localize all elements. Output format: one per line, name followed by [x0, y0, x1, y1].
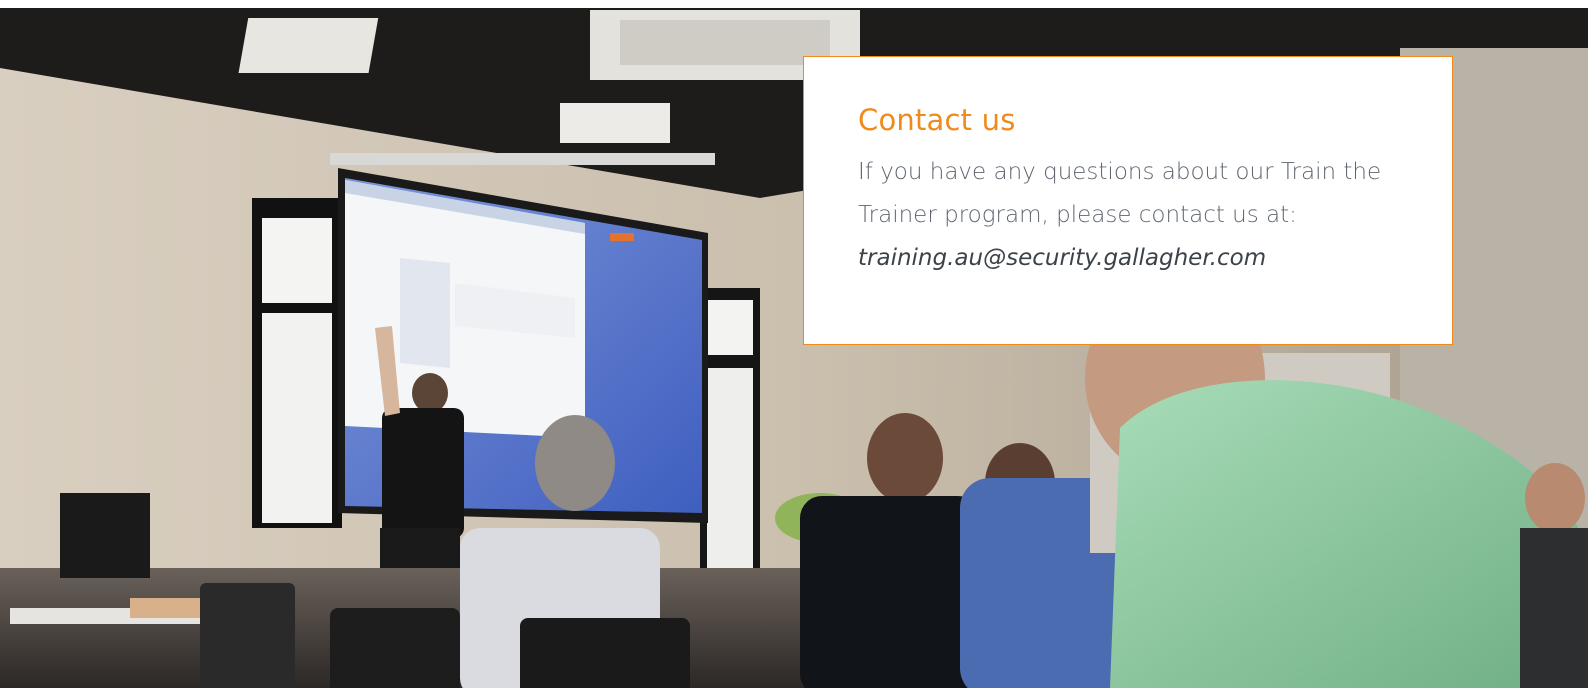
contact-email-link[interactable]: training.au@security.gallagher.com — [858, 237, 1398, 280]
contact-body-text: If you have any questions about our Trai… — [858, 159, 1382, 228]
contact-title: Contact us — [858, 103, 1016, 137]
contact-card: Contact us If you have any questions abo… — [803, 56, 1453, 345]
contact-description: If you have any questions about our Trai… — [858, 151, 1398, 280]
